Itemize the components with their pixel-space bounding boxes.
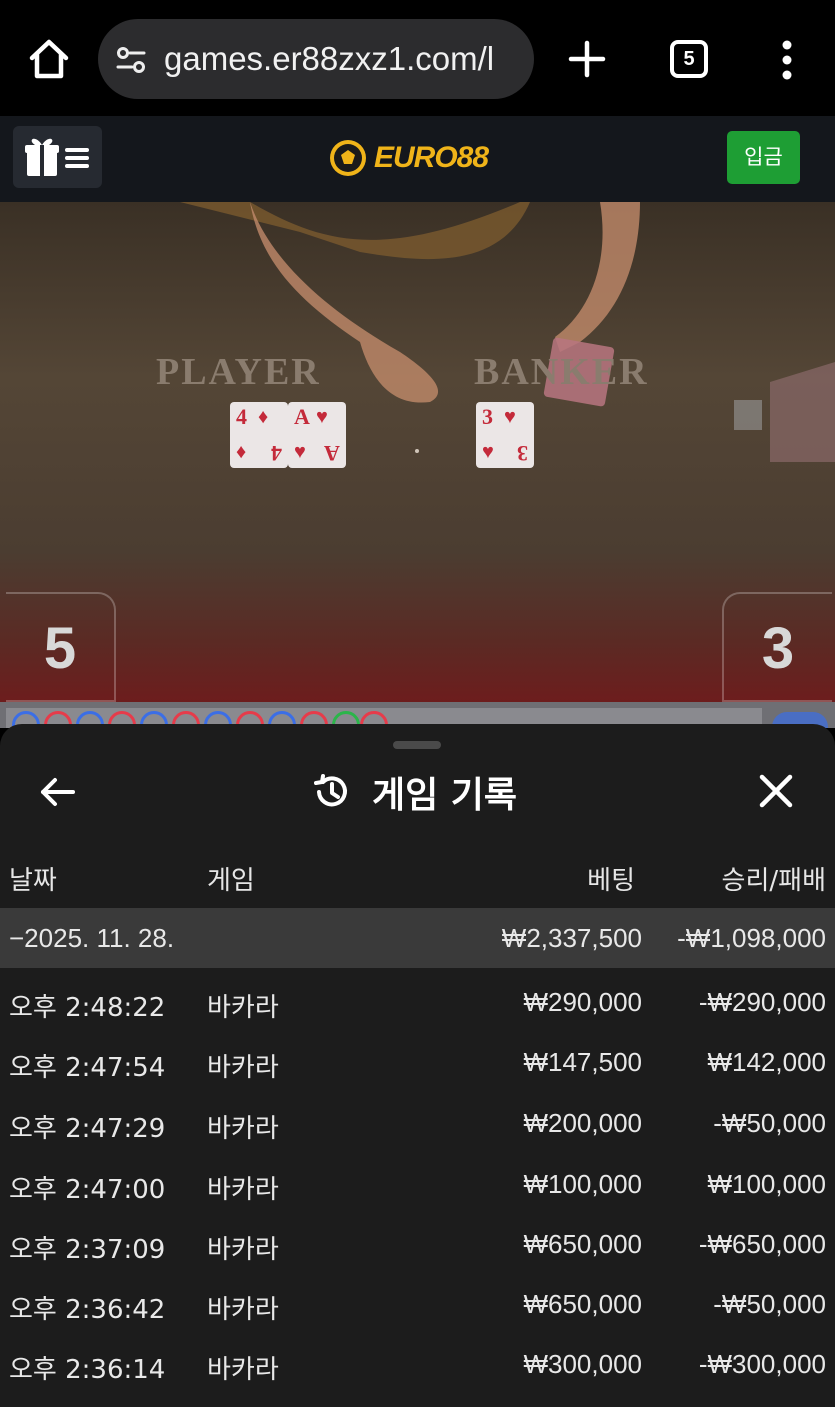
row-win-loss: -₩290,000 — [698, 987, 826, 1017]
row-bet: ₩147,500 — [523, 1047, 642, 1077]
row-win-loss: -₩300,000 — [698, 1349, 826, 1379]
site-info-icon[interactable] — [114, 43, 148, 77]
row-bet: ₩100,000 — [523, 1169, 642, 1199]
row-game: 바카라 — [207, 1235, 279, 1265]
more-vert-icon[interactable] — [770, 38, 804, 82]
banker-label: BANKER — [474, 351, 649, 393]
row-bet: ₩650,000 — [523, 1289, 642, 1319]
row-time: 오후 2:47:54 — [9, 1053, 166, 1083]
player-label: PLAYER — [156, 351, 321, 393]
plus-icon[interactable] — [566, 38, 608, 80]
table-row[interactable]: 오후 2:36:42 바카라 ₩650,000 -₩50,000 — [0, 1274, 835, 1334]
banker-score: 3 — [722, 592, 832, 702]
player-score: 5 — [6, 592, 116, 702]
player-card: A ♥ ♥ A — [288, 402, 346, 468]
browser-toolbar: games.er88zxz1.com/l 5 — [0, 0, 835, 116]
row-time: 오후 2:48:22 — [9, 993, 166, 1023]
column-header-bet: 베팅 — [587, 866, 635, 896]
table-row[interactable]: 오후 2:37:09 바카라 ₩650,000 -₩650,000 — [0, 1214, 835, 1274]
date-group-bet-total: ₩2,337,500 — [501, 923, 642, 953]
row-game: 바카라 — [207, 1175, 279, 1205]
row-win-loss: -₩50,000 — [713, 1289, 826, 1319]
row-win-loss: ₩100,000 — [707, 1169, 826, 1199]
table-row[interactable]: 오후 2:36:14 바카라 ₩300,000 -₩300,000 — [0, 1334, 835, 1394]
deposit-button[interactable]: 입금 — [727, 131, 800, 184]
site-logo[interactable]: EURO88 — [328, 136, 489, 180]
back-arrow-icon[interactable] — [38, 772, 78, 812]
game-history-sheet: 게임 기록 날짜 게임 베팅 승리/패배 −2025. 11. 28. ₩2,3… — [0, 724, 835, 1407]
table-row[interactable]: 오후 2:48:22 바카라 ₩290,000 -₩290,000 — [0, 972, 835, 1032]
row-time: 오후 2:36:14 — [9, 1355, 166, 1385]
row-win-loss: -₩650,000 — [698, 1229, 826, 1259]
column-header-date: 날짜 — [9, 866, 57, 896]
row-bet: ₩200,000 — [523, 1108, 642, 1138]
table-row[interactable]: 오후 2:47:29 바카라 ₩200,000 -₩50,000 — [0, 1093, 835, 1153]
url-text[interactable]: games.er88zxz1.com/l — [164, 19, 494, 99]
row-game: 바카라 — [207, 1114, 279, 1144]
address-bar[interactable]: games.er88zxz1.com/l — [98, 19, 534, 99]
row-game: 바카라 — [207, 1355, 279, 1385]
live-video: PLAYER BANKER 4 ♦ ♦ 4 A ♥ ♥ A 3 ♥ ♥ 3 5 … — [0, 202, 835, 702]
row-time: 오후 2:37:09 — [9, 1235, 166, 1265]
row-bet: ₩300,000 — [523, 1349, 642, 1379]
row-bet: ₩290,000 — [523, 987, 642, 1017]
row-game: 바카라 — [207, 1053, 279, 1083]
gift-icon — [25, 138, 59, 176]
logo-text: EURO88 — [374, 141, 489, 174]
close-icon[interactable] — [757, 772, 795, 810]
dealer-image — [180, 202, 835, 462]
history-icon — [314, 774, 347, 807]
row-time: 오후 2:47:00 — [9, 1175, 166, 1205]
home-icon[interactable] — [24, 34, 74, 84]
banker-card: 3 ♥ ♥ 3 — [476, 402, 534, 468]
date-group-label: −2025. 11. 28. — [9, 923, 175, 953]
row-bet: ₩650,000 — [523, 1229, 642, 1259]
sheet-title: 게임 기록 — [310, 764, 517, 820]
row-win-loss: ₩142,000 — [707, 1047, 826, 1077]
date-group-win-loss-total: -₩1,098,000 — [677, 923, 826, 953]
table-row[interactable]: 오후 2:47:54 바카라 ₩147,500 ₩142,000 — [0, 1032, 835, 1092]
hamburger-icon — [65, 148, 89, 168]
sheet-title-text: 게임 기록 — [372, 775, 518, 816]
row-win-loss: -₩50,000 — [713, 1108, 826, 1138]
column-header-win-loss: 승리/패배 — [721, 866, 826, 896]
column-header-game: 게임 — [207, 866, 255, 896]
row-time: 오후 2:36:42 — [9, 1295, 166, 1325]
gift-menu-button[interactable] — [13, 126, 102, 188]
drag-handle[interactable] — [393, 741, 441, 749]
site-header: EURO88 입금 — [0, 116, 835, 202]
row-time: 오후 2:47:29 — [9, 1114, 166, 1144]
row-game: 바카라 — [207, 993, 279, 1023]
soccer-ball-icon — [330, 140, 366, 176]
date-group-row[interactable]: −2025. 11. 28. ₩2,337,500 -₩1,098,000 — [0, 908, 835, 968]
row-game: 바카라 — [207, 1295, 279, 1325]
tabs-icon[interactable]: 5 — [670, 40, 708, 78]
player-card: 4 ♦ ♦ 4 — [230, 402, 288, 468]
table-row[interactable]: 오후 2:47:00 바카라 ₩100,000 ₩100,000 — [0, 1154, 835, 1214]
